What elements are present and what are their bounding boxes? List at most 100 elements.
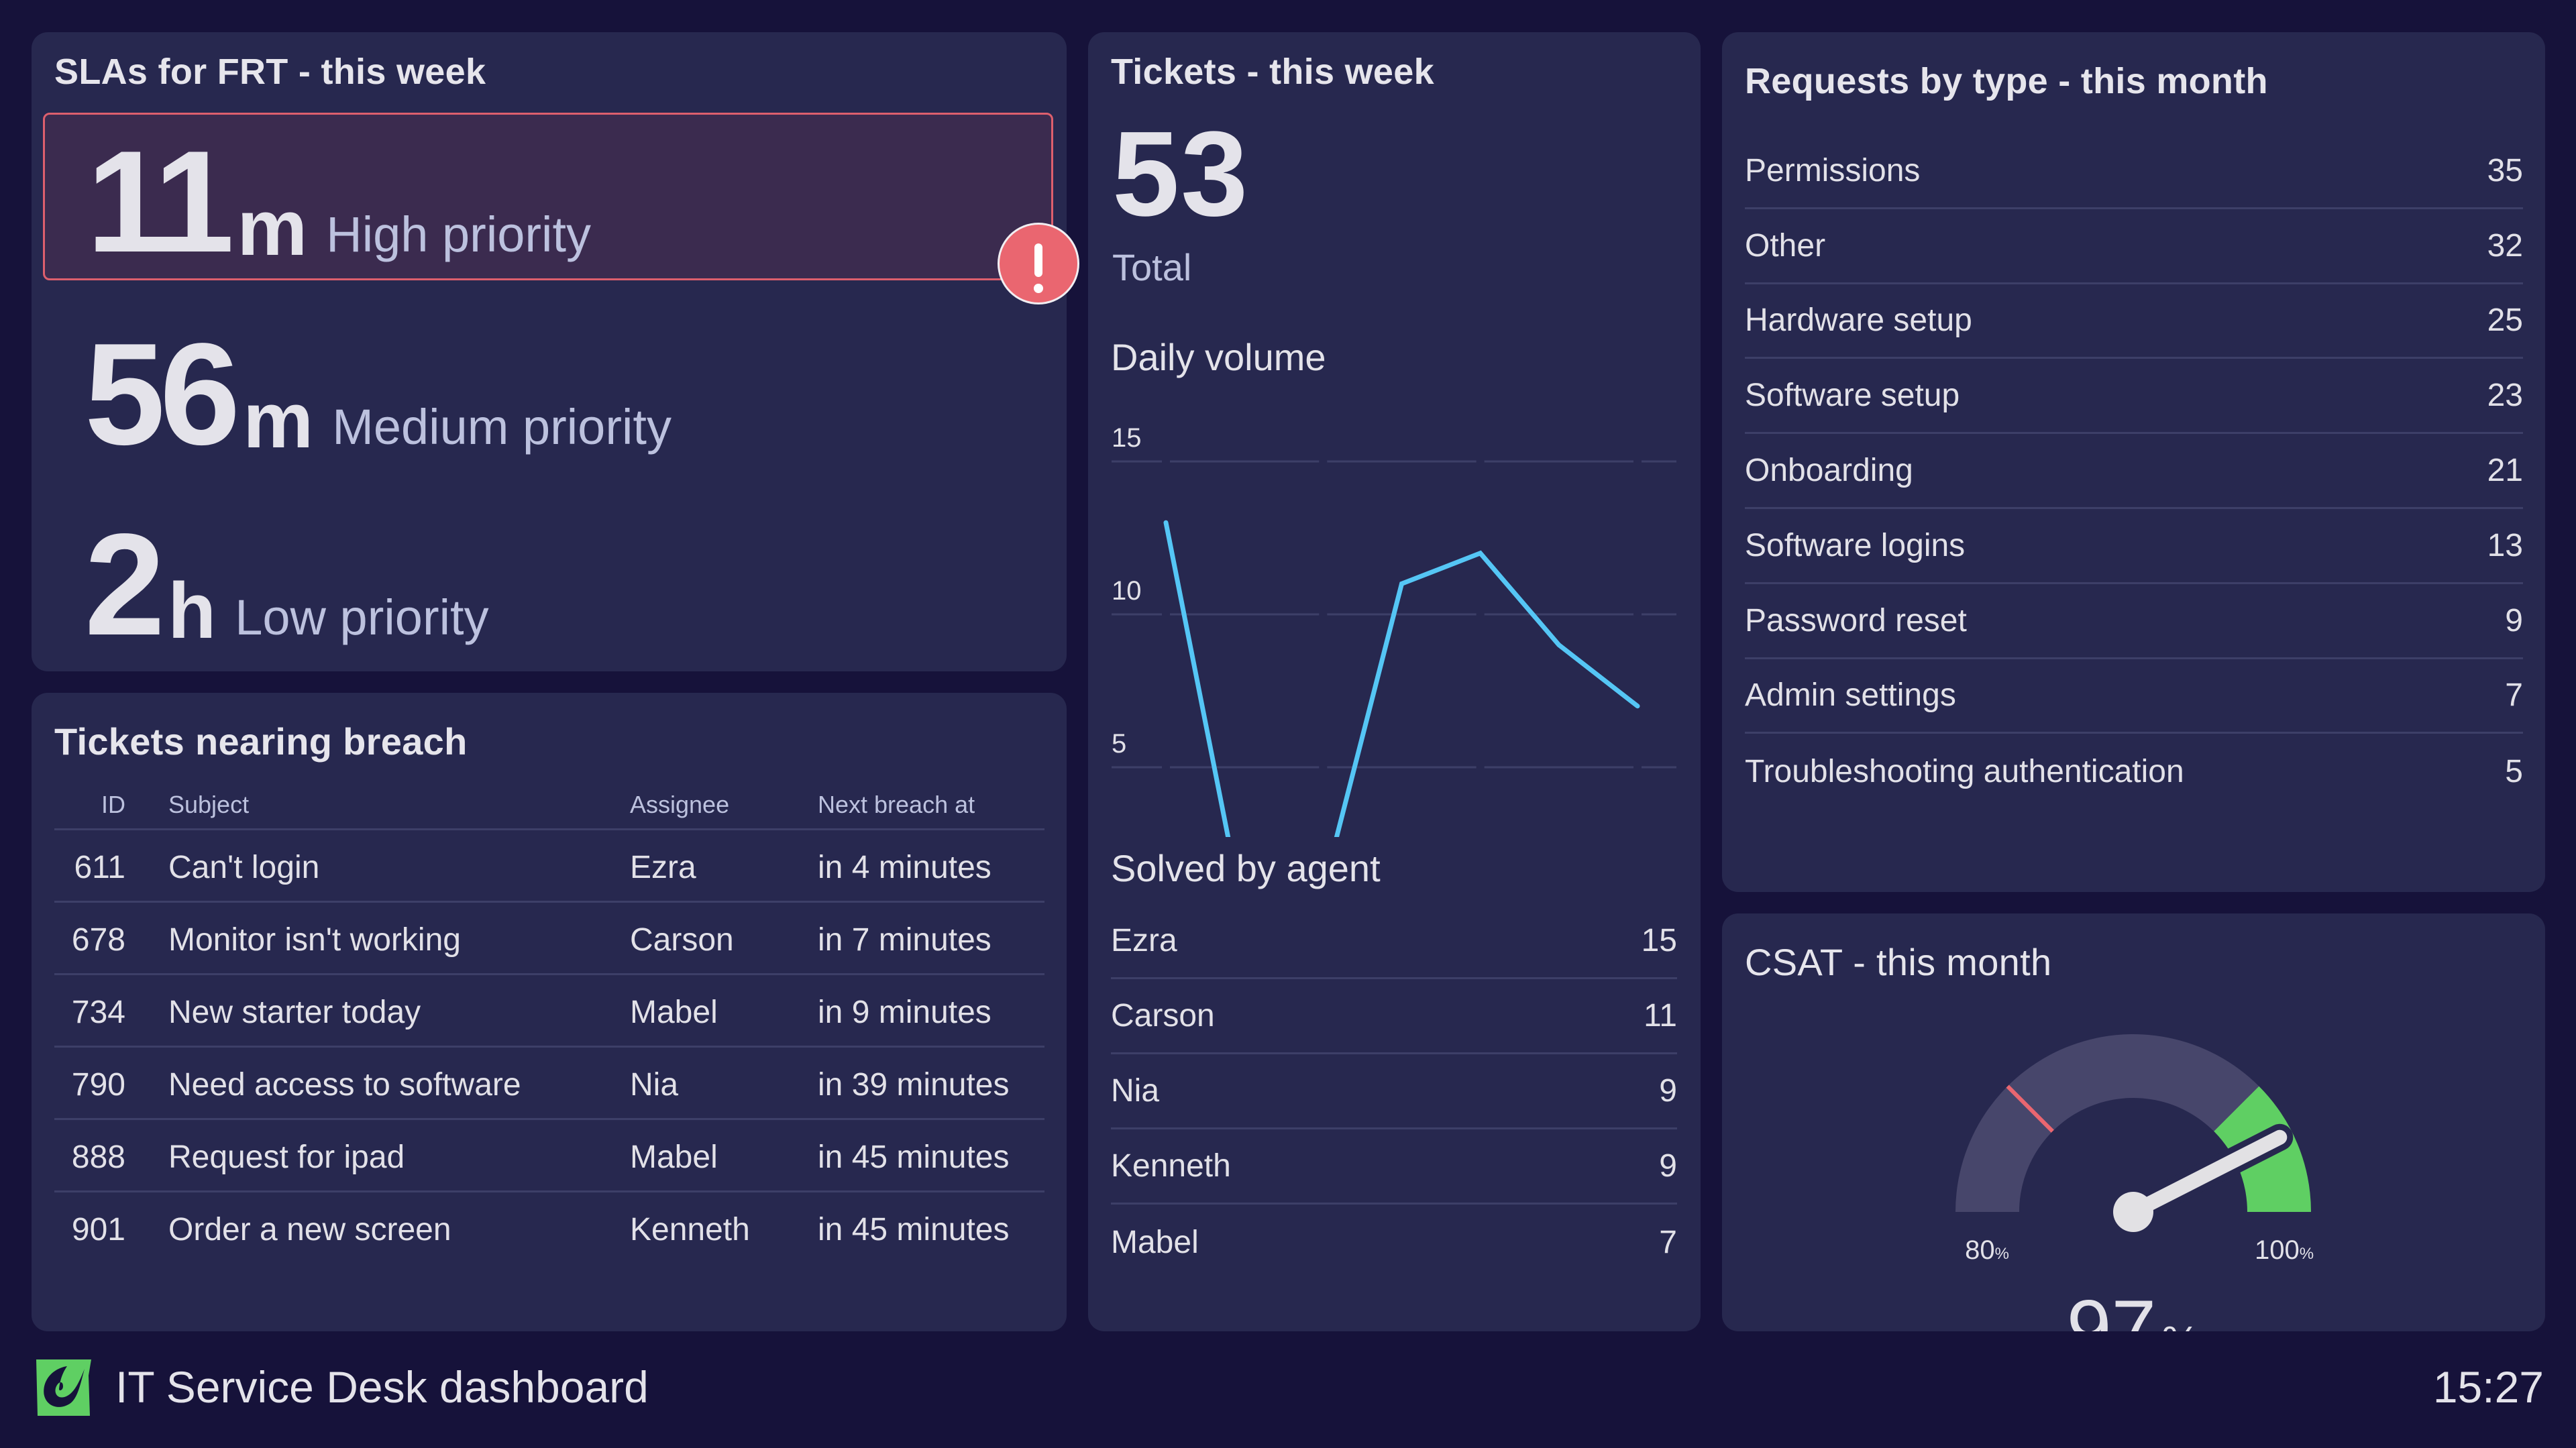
gauge-needle-hub <box>2113 1192 2153 1232</box>
ticket-id: 888 <box>71 1139 125 1175</box>
ticket-assignee: Nia <box>630 1067 679 1103</box>
ticket-next-breach: in 7 minutes <box>818 922 991 958</box>
list-item: Password reset 9 <box>1745 584 2523 659</box>
agent-name: Ezra <box>1111 923 1177 958</box>
sla-row-low: 2 h Low priority <box>43 494 1053 661</box>
request-count: 7 <box>2505 677 2523 714</box>
request-type: Software setup <box>1745 378 1960 414</box>
request-type: Hardware setup <box>1745 302 1972 339</box>
list-item: Other 32 <box>1745 209 2523 284</box>
request-count: 5 <box>2505 753 2523 789</box>
request-type: Troubleshooting authentication <box>1745 753 2184 789</box>
agent-name: Mabel <box>1111 1224 1199 1260</box>
breach-table: ID Subject Assignee Next breach at 611 C… <box>54 780 1044 1265</box>
ticket-assignee: Mabel <box>630 995 718 1030</box>
col-subject: Subject <box>168 791 250 818</box>
request-count: 9 <box>2505 602 2523 638</box>
ticket-next-breach: in 9 minutes <box>818 995 991 1030</box>
ticket-assignee: Carson <box>630 922 734 958</box>
sla-label: High priority <box>326 207 592 262</box>
ticket-subject: New starter today <box>168 995 421 1030</box>
ticket-next-breach: in 45 minutes <box>818 1139 1010 1175</box>
y-tick-label: 5 <box>1112 729 1126 759</box>
agent-count: 9 <box>1659 1148 1677 1184</box>
ticket-assignee: Ezra <box>630 850 696 885</box>
request-type: Onboarding <box>1745 453 1913 489</box>
ticket-id: 678 <box>71 922 125 958</box>
ticket-assignee: Kenneth <box>630 1212 750 1247</box>
ticket-id: 790 <box>71 1067 125 1103</box>
table-row[interactable]: 611 Can't login Ezra in 4 minutes <box>54 830 1044 903</box>
request-count: 35 <box>2487 152 2523 188</box>
table-row[interactable]: 888 Request for ipad Mabel in 45 minutes <box>54 1120 1044 1192</box>
gauge-max-label: 100% <box>2255 1235 2314 1265</box>
agent-name: Carson <box>1111 998 1215 1034</box>
agent-name: Nia <box>1111 1073 1160 1109</box>
list-item: Mabel 7 <box>1111 1205 1677 1280</box>
agent-list: Ezra 15 Carson 11 Nia 9 Kenneth 9 Mabel … <box>1111 904 1677 1280</box>
sla-value: 2 <box>85 503 165 666</box>
table-header: ID Subject Assignee Next breach at <box>54 780 1044 830</box>
ticket-next-breach: in 4 minutes <box>818 850 991 885</box>
series-line <box>1163 520 1640 837</box>
sla-unit: m <box>237 183 308 272</box>
request-type: Software logins <box>1745 527 1966 563</box>
sla-title: SLAs for FRT - this week <box>54 52 486 92</box>
list-item: Hardware setup 25 <box>1745 284 2523 359</box>
list-item: Admin settings 7 <box>1745 659 2523 734</box>
table-row[interactable]: 734 New starter today Mabel in 9 minutes <box>54 975 1044 1048</box>
requests-title: Requests by type - this month <box>1745 61 2268 101</box>
col-id: ID <box>101 791 125 818</box>
ticket-subject: Can't login <box>168 850 320 885</box>
ticket-subject: Request for ipad <box>168 1139 405 1175</box>
list-item: Carson 11 <box>1111 979 1677 1054</box>
request-count: 23 <box>2487 378 2523 414</box>
col-assignee: Assignee <box>630 791 730 818</box>
solved-by-agent-title: Solved by agent <box>1111 847 1381 889</box>
sla-unit: m <box>243 376 314 465</box>
table-row[interactable]: 678 Monitor isn't working Carson in 7 mi… <box>54 903 1044 975</box>
csat-gauge: 80% 100% 97% <box>1955 1034 2314 1331</box>
gauge-min-label: 80% <box>1965 1235 2009 1265</box>
request-type: Admin settings <box>1745 677 1956 714</box>
agent-name: Kenneth <box>1111 1148 1231 1184</box>
list-item: Troubleshooting authentication 5 <box>1745 734 2523 809</box>
list-item: Nia 9 <box>1111 1054 1677 1129</box>
ticket-id: 611 <box>74 850 125 885</box>
ticket-next-breach: in 39 minutes <box>818 1067 1010 1103</box>
list-item: Onboarding 21 <box>1745 434 2523 509</box>
exclamation-icon <box>998 223 1079 304</box>
clock: 15:27 <box>2432 1362 2544 1412</box>
sla-row-high: 11 m High priority <box>43 113 1079 304</box>
y-tick-label: 15 <box>1112 423 1142 453</box>
list-item: Permissions 35 <box>1745 134 2523 209</box>
request-type: Permissions <box>1745 152 1921 188</box>
sla-label: Medium priority <box>332 399 672 455</box>
ticket-subject: Need access to software <box>168 1067 521 1103</box>
request-count: 13 <box>2487 527 2523 563</box>
table-row[interactable]: 790 Need access to software Nia in 39 mi… <box>54 1048 1044 1120</box>
requests-list: Permissions 35 Other 32 Hardware setup 25 S… <box>1745 134 2523 809</box>
ticket-assignee: Mabel <box>630 1139 718 1175</box>
col-next-breach: Next breach at <box>818 791 975 818</box>
agent-count: 7 <box>1659 1224 1677 1260</box>
request-type: Other <box>1745 227 1826 264</box>
csat-panel: CSAT - this month 80%100%97% <box>1722 913 2545 1331</box>
sla-value: 56 <box>85 313 240 476</box>
list-item: Kenneth 9 <box>1111 1129 1677 1205</box>
list-item: Software setup 23 <box>1745 359 2523 435</box>
dashboard-title: IT Service Desk dashboard <box>115 1362 649 1412</box>
table-row[interactable]: 901 Order a new screen Kenneth in 45 min… <box>54 1192 1044 1265</box>
agent-count: 15 <box>1641 923 1677 958</box>
agent-count: 11 <box>1644 998 1677 1034</box>
tickets-panel: Tickets - this week 53 Total Daily volum… <box>1088 32 1701 1331</box>
ticket-subject: Monitor isn't working <box>168 922 461 958</box>
breach-title: Tickets nearing breach <box>54 720 468 763</box>
request-count: 32 <box>2487 227 2523 264</box>
list-item: Software logins 13 <box>1745 509 2523 584</box>
list-item: Ezra 15 <box>1111 904 1677 979</box>
csat-value: 97% <box>2067 1284 2200 1331</box>
breach-panel: Tickets nearing breach ID Subject Assign… <box>32 693 1067 1331</box>
daily-volume-chart: 0510159 Dec11 Dec13 Dec15 Dec <box>1112 423 1676 837</box>
ticket-subject: Order a new screen <box>168 1212 451 1247</box>
